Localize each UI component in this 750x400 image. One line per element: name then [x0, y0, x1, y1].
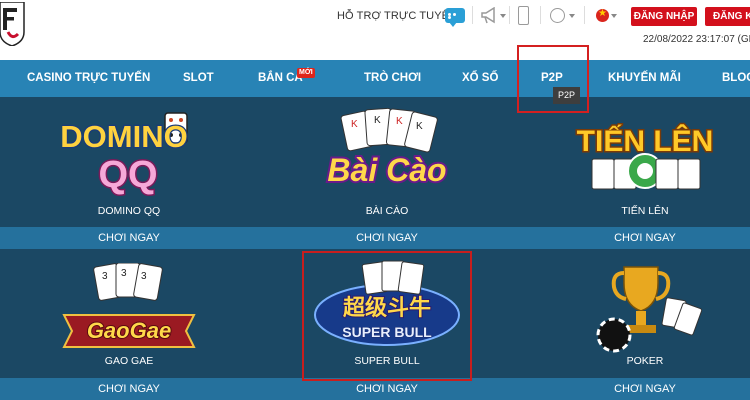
divider: [509, 6, 510, 24]
chevron-down-icon: [500, 14, 506, 18]
play-now-button[interactable]: CHƠI NGAY: [258, 378, 516, 400]
nav-item-casino[interactable]: CASINO TRỰC TUYẾN: [27, 60, 150, 97]
login-button[interactable]: ĐĂNG NHẬP: [631, 7, 697, 26]
nav-item-ban-ca[interactable]: BẮN CÁ: [258, 60, 303, 97]
svg-text:K: K: [416, 121, 423, 132]
divider: [540, 6, 541, 24]
play-now-button[interactable]: CHƠI NGAY: [0, 227, 258, 249]
game-tile-tien-len[interactable]: TIẾN LÊN TIẾN LÊN CHƠI NGAY: [516, 97, 750, 249]
game-name: POKER: [626, 355, 664, 367]
play-now-label: CHƠI NGAY: [356, 232, 418, 244]
p2p-tooltip: P2P: [553, 87, 581, 104]
vietnam-flag-icon[interactable]: [596, 8, 609, 22]
svg-text:QQ: QQ: [98, 154, 157, 196]
game-tile-bai-cao[interactable]: K K K K Bài Cào BÀI CÀO CHƠI NGAY: [258, 97, 516, 249]
game-tile-domino-qq[interactable]: DOMINO QQ DOMINO QQ CHƠI NGAY: [0, 97, 258, 249]
datetime: 22/08/2022 23:17:07 (GMT+7): [643, 34, 750, 45]
chevron-down-icon: [569, 14, 575, 18]
highlight-box-super-bull: [302, 251, 472, 381]
chevron-down-icon: [611, 14, 617, 18]
play-now-label: CHƠI NGAY: [614, 383, 676, 395]
domino-qq-logo: DOMINO QQ: [62, 112, 189, 196]
play-now-label: CHƠI NGAY: [614, 232, 676, 244]
chat-icon[interactable]: [445, 8, 465, 27]
divider: [584, 6, 585, 24]
play-now-button[interactable]: CHƠI NGAY: [258, 227, 516, 249]
gao-gae-logo: 3 3 3 GaoGae: [62, 263, 196, 348]
play-now-label: CHƠI NGAY: [98, 383, 160, 395]
divider: [472, 6, 473, 24]
fulham-logo[interactable]: [0, 2, 26, 46]
megaphone-icon[interactable]: [480, 7, 500, 25]
svg-text:3: 3: [121, 268, 127, 279]
game-name: DOMINO QQ: [97, 205, 161, 217]
nav-item-slot[interactable]: SLOT: [183, 60, 214, 97]
new-badge: MỚI: [297, 68, 315, 78]
svg-text:K: K: [374, 115, 381, 126]
game-name: GAO GAE: [104, 355, 154, 367]
svg-text:K: K: [351, 119, 358, 130]
poker-trophy-logo: [596, 266, 703, 353]
game-tile-poker[interactable]: POKER CHƠI NGAY: [516, 249, 750, 400]
bai-cao-logo: K K K K Bài Cào: [325, 107, 449, 190]
game-tile-gao-gae[interactable]: 3 3 3 GaoGae GAO GAE CHƠI NGAY: [0, 249, 258, 400]
svg-text:3: 3: [102, 271, 108, 282]
play-now-button[interactable]: CHƠI NGAY: [516, 378, 750, 400]
nav-item-xo-so[interactable]: XỔ SỐ: [462, 60, 498, 97]
nav-item-khuyen-mai[interactable]: KHUYẾN MÃI: [608, 60, 681, 97]
support-link[interactable]: HỖ TRỢ TRỰC TUYẾN: [337, 10, 457, 22]
user-icon[interactable]: [550, 8, 565, 23]
svg-text:TIẾN LÊN: TIẾN LÊN: [577, 124, 714, 158]
tien-len-logo: TIẾN LÊN: [575, 123, 715, 190]
nav-item-tro-choi[interactable]: TRÒ CHƠI: [364, 60, 421, 97]
play-now-button[interactable]: CHƠI NGAY: [516, 227, 750, 249]
main-nav: CASINO TRỰC TUYẾN SLOT BẮN CÁ TRÒ CHƠI X…: [0, 60, 750, 97]
nav-item-blog[interactable]: BLOG: [722, 60, 750, 97]
svg-text:K: K: [396, 116, 403, 127]
svg-text:Bài Cào: Bài Cào: [327, 152, 446, 188]
svg-text:DOMINO: DOMINO: [62, 119, 188, 154]
game-name: TIẾN LÊN: [621, 205, 669, 217]
svg-text:GaoGae: GaoGae: [87, 318, 171, 343]
play-now-button[interactable]: CHƠI NGAY: [0, 378, 258, 400]
svg-text:3: 3: [141, 271, 147, 282]
play-now-label: CHƠI NGAY: [98, 232, 160, 244]
register-button[interactable]: ĐĂNG KÝ: [705, 7, 750, 26]
phone-icon[interactable]: [518, 6, 529, 25]
game-name: BÀI CÀO: [365, 205, 409, 217]
play-now-label: CHƠI NGAY: [356, 383, 418, 395]
top-bar: HỖ TRỢ TRỰC TUYẾN ĐĂNG NHẬP ĐĂNG KÝ 22/0…: [0, 0, 750, 60]
